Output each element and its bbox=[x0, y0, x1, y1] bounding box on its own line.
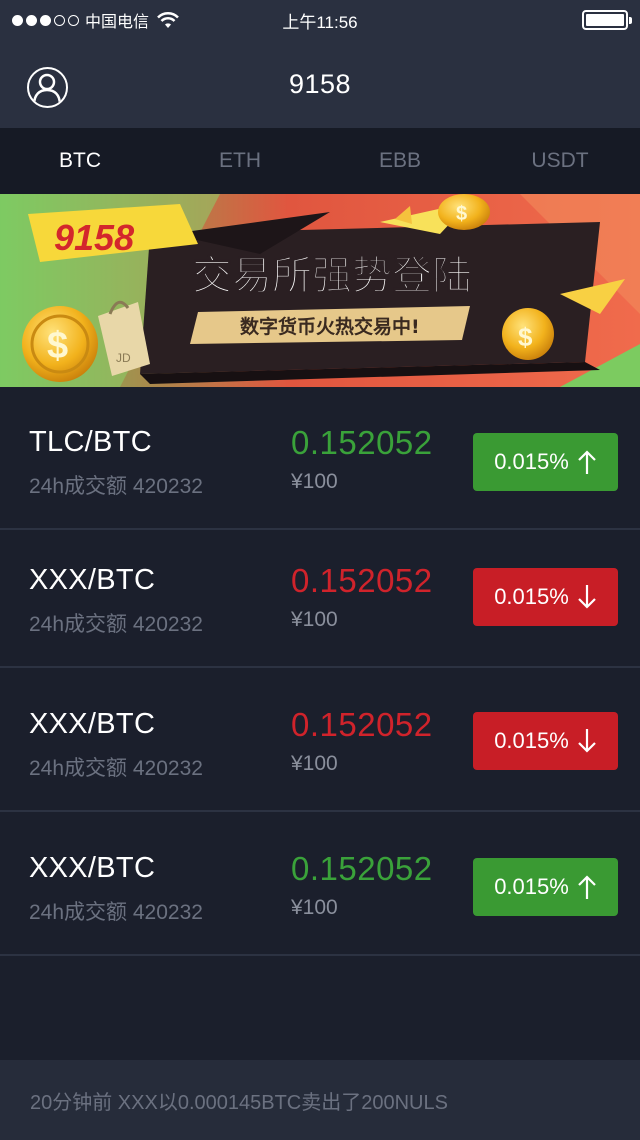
market-row[interactable]: TLC/BTC 24h成交额 420232 0.152052 ¥100 0.01… bbox=[0, 392, 640, 530]
arrow-down-icon bbox=[578, 585, 596, 609]
market-row[interactable]: XXX/BTC 24h成交额 420232 0.152052 ¥100 0.01… bbox=[0, 530, 640, 668]
change-badge[interactable]: 0.015% bbox=[473, 433, 618, 491]
bag-label: JD bbox=[116, 351, 131, 365]
pair-name: XXX/BTC bbox=[29, 708, 156, 740]
ticker-text: 20分钟前 XXX以0.000145BTC卖出了200NULS bbox=[30, 1091, 448, 1114]
coin-icon: $ bbox=[502, 308, 554, 360]
last-price: 0.152052 bbox=[291, 850, 433, 887]
arrow-down-icon bbox=[578, 729, 596, 753]
change-badge[interactable]: 0.015% bbox=[473, 858, 618, 916]
market-tabs: BTC ETH EBB USDT bbox=[0, 128, 640, 194]
change-value: 0.015% bbox=[494, 449, 569, 474]
trade-ticker: 20分钟前 XXX以0.000145BTC卖出了200NULS bbox=[0, 1060, 640, 1140]
app-header: 9158 bbox=[0, 40, 640, 128]
svg-text:$: $ bbox=[518, 322, 533, 352]
pair-name: XXX/BTC bbox=[29, 852, 156, 884]
last-price: 0.152052 bbox=[291, 706, 433, 743]
volume-24h: 24h成交额 420232 bbox=[29, 757, 203, 780]
volume-24h: 24h成交额 420232 bbox=[29, 475, 203, 498]
last-price: 0.152052 bbox=[291, 562, 433, 599]
banner-logo-text: 9158 bbox=[54, 217, 134, 258]
market-row[interactable]: XXX/BTC 24h成交额 420232 0.152052 ¥100 0.01… bbox=[0, 668, 640, 812]
coin-icon: $ bbox=[22, 306, 98, 382]
banner-artwork: 9158 交易所强势登陆 数字货币火热交易中! JD $ $ $ bbox=[0, 194, 640, 387]
price-cny: ¥100 bbox=[291, 752, 338, 775]
change-value: 0.015% bbox=[494, 584, 569, 609]
price-cny: ¥100 bbox=[291, 896, 338, 919]
price-cny: ¥100 bbox=[291, 608, 338, 631]
pair-name: TLC/BTC bbox=[29, 426, 152, 458]
volume-24h: 24h成交额 420232 bbox=[29, 613, 203, 636]
change-badge[interactable]: 0.015% bbox=[473, 568, 618, 626]
promo-banner[interactable]: 9158 交易所强势登陆 数字货币火热交易中! JD $ $ $ bbox=[0, 194, 640, 387]
change-value: 0.015% bbox=[494, 874, 569, 899]
signal-strength-icon bbox=[12, 14, 79, 26]
battery-icon bbox=[582, 10, 632, 30]
change-badge[interactable]: 0.015% bbox=[473, 712, 618, 770]
status-left: 中国电信 bbox=[12, 8, 181, 32]
svg-text:$: $ bbox=[47, 325, 68, 367]
arrow-up-icon bbox=[578, 875, 596, 899]
last-price: 0.152052 bbox=[291, 424, 433, 461]
market-row[interactable]: XXX/BTC 24h成交额 420232 0.152052 ¥100 0.01… bbox=[0, 812, 640, 956]
banner-headline: 交易所强势登陆 bbox=[192, 253, 472, 299]
volume-24h: 24h成交额 420232 bbox=[29, 901, 203, 924]
banner-subline: 数字货币火热交易中! bbox=[240, 315, 420, 338]
change-value: 0.015% bbox=[494, 728, 569, 753]
price-cny: ¥100 bbox=[291, 470, 338, 493]
tab-ebb[interactable]: EBB bbox=[320, 128, 480, 194]
tab-usdt[interactable]: USDT bbox=[480, 128, 640, 194]
pair-name: XXX/BTC bbox=[29, 564, 156, 596]
coin-icon: $ bbox=[438, 194, 490, 230]
arrow-up-icon bbox=[578, 450, 596, 474]
tab-eth[interactable]: ETH bbox=[160, 128, 320, 194]
status-bar: 中国电信 上午11:56 bbox=[0, 0, 640, 40]
tab-btc[interactable]: BTC bbox=[0, 128, 160, 194]
user-avatar-icon[interactable] bbox=[27, 67, 68, 108]
page-title: 9158 bbox=[288, 68, 352, 99]
market-list: TLC/BTC 24h成交额 420232 0.152052 ¥100 0.01… bbox=[0, 392, 640, 956]
wifi-icon bbox=[157, 12, 179, 28]
carrier-name: 中国电信 bbox=[85, 14, 150, 31]
svg-text:$: $ bbox=[456, 203, 467, 225]
